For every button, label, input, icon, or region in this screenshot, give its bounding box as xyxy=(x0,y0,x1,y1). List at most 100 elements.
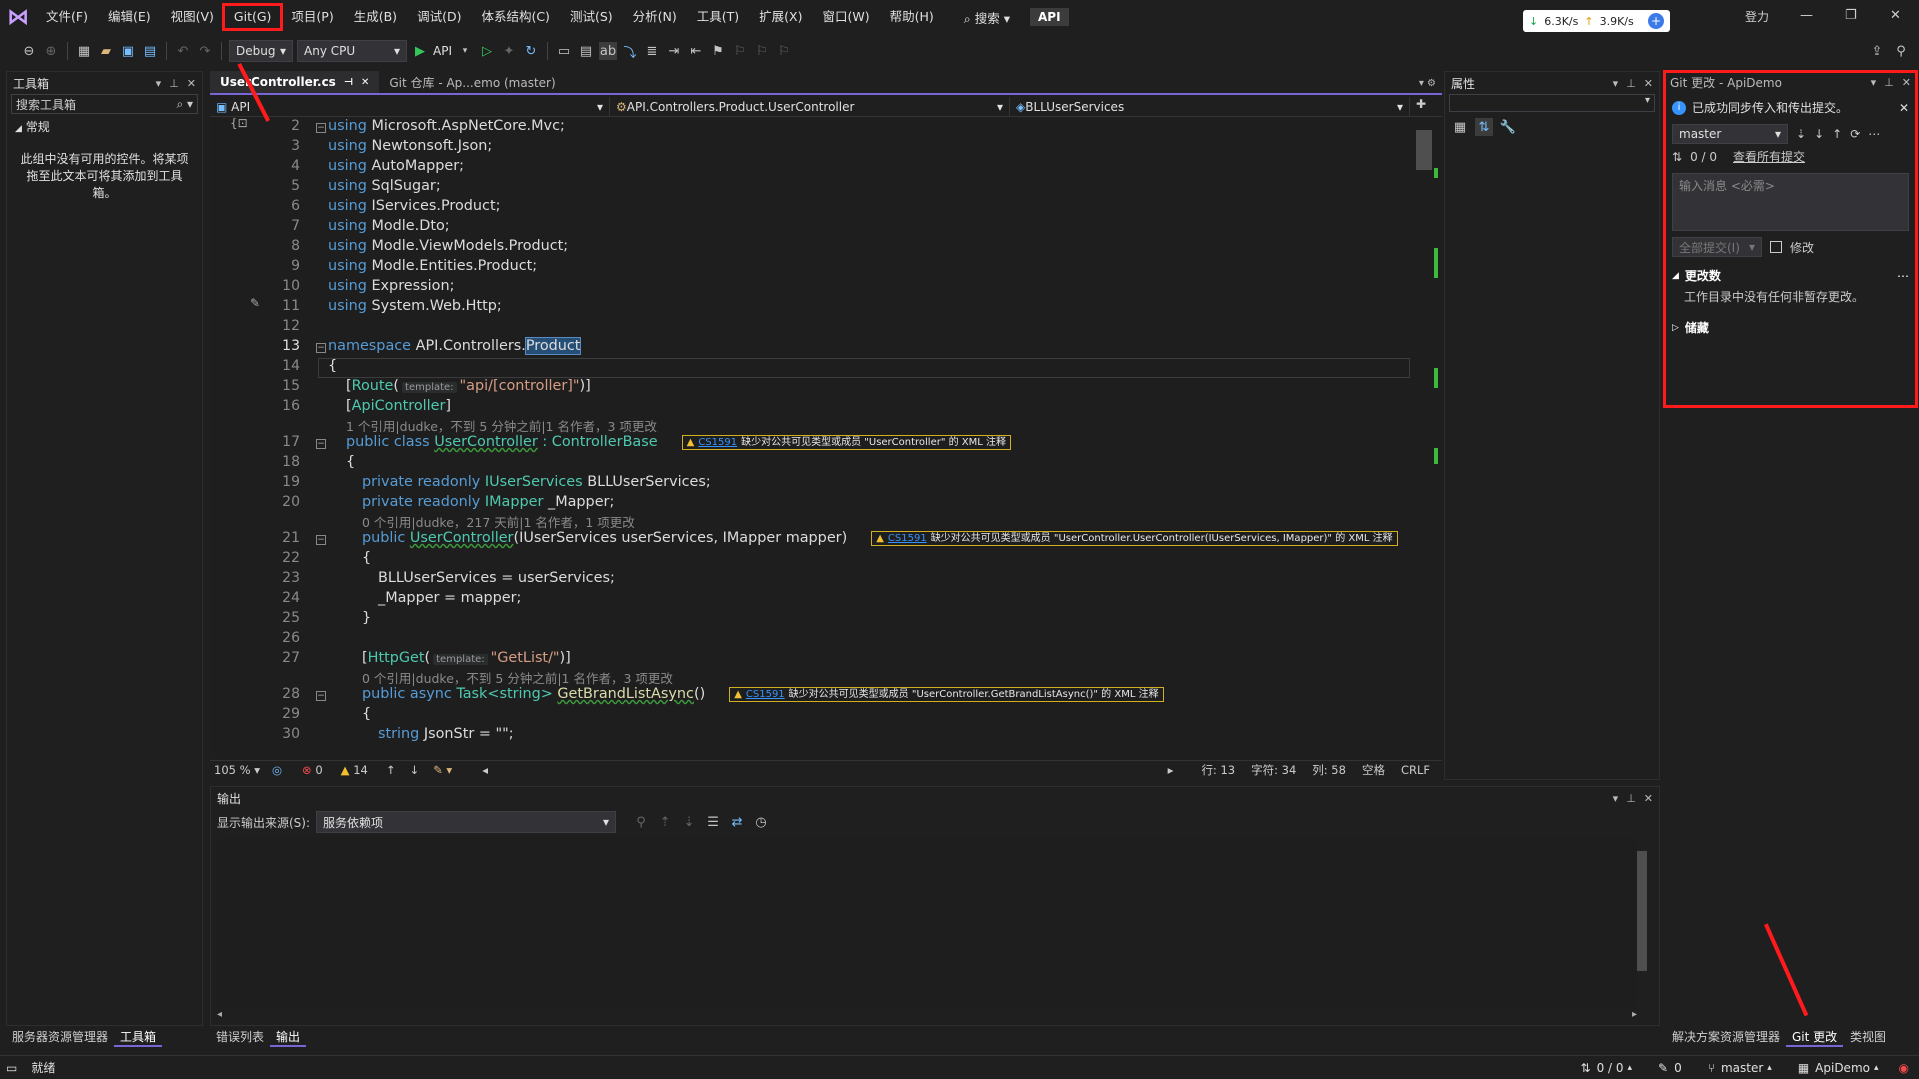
close-icon[interactable]: ✕ xyxy=(1644,77,1653,90)
chevron-up-icon[interactable]: ▴ xyxy=(1767,1063,1772,1073)
minimize-icon[interactable]: — xyxy=(1800,8,1813,23)
tab-git-repository[interactable]: Git 仓库 - Ap...emo (master) xyxy=(379,71,565,93)
tab-output[interactable]: 输出 xyxy=(270,1027,307,1047)
previous-message-icon[interactable]: ⇡ xyxy=(656,813,674,831)
warning-inline-hint[interactable]: ▲ CS1591 缺少对公共可见类型或成员 "UserController.User… xyxy=(871,530,1398,546)
refresh-icon[interactable]: ↻ xyxy=(522,42,540,60)
menu-git[interactable]: Git(G) xyxy=(221,3,284,31)
status-pending-changes[interactable]: 0 xyxy=(1674,1061,1682,1075)
close-icon[interactable]: ✕ xyxy=(1644,792,1653,805)
editor-vertical-scrollbar[interactable] xyxy=(1412,118,1442,758)
menu-tools[interactable]: 工具(T) xyxy=(687,5,749,29)
column-indicator[interactable]: 列: 58 xyxy=(1312,762,1346,778)
layout-icon[interactable]: ▤ xyxy=(577,42,595,60)
menu-view[interactable]: 视图(V) xyxy=(161,5,224,29)
chevron-down-icon[interactable]: ▾ xyxy=(156,77,162,90)
output-vertical-scrollbar[interactable] xyxy=(1637,837,1651,1007)
repository-icon[interactable]: ▦ xyxy=(1798,1061,1809,1075)
pencil-icon[interactable]: ✎ xyxy=(1658,1061,1668,1075)
bookmark-clear-icon[interactable]: ⚐ xyxy=(775,42,793,60)
clear-all-icon[interactable]: ☰ xyxy=(704,813,722,831)
output-horizontal-scrollbar[interactable]: ◂ ▸ xyxy=(217,1009,1637,1025)
close-icon[interactable]: ✕ xyxy=(187,77,196,90)
spell-check-icon[interactable]: ab xyxy=(598,42,617,60)
stash-section-header[interactable]: ▷ 储藏 xyxy=(1664,307,1917,348)
intellicode-icon[interactable]: ◎ xyxy=(272,763,282,777)
forward-icon[interactable]: ⊕ xyxy=(42,42,60,60)
branch-dropdown[interactable]: master ▾ xyxy=(1672,124,1788,144)
categorized-icon[interactable]: ▦ xyxy=(1451,118,1469,136)
indent-icon[interactable]: ⇥ xyxy=(665,42,683,60)
close-icon[interactable]: ✕ xyxy=(1902,76,1911,89)
menu-extensions[interactable]: 扩展(X) xyxy=(749,5,812,29)
step-icon[interactable]: ⤵ xyxy=(621,42,639,61)
menu-test[interactable]: 测试(S) xyxy=(560,5,623,29)
tab-class-view[interactable]: 类视图 xyxy=(1844,1027,1892,1047)
more-options-icon[interactable]: ⋯ xyxy=(1868,127,1880,141)
sync-icon[interactable]: ⟳ xyxy=(1850,127,1860,141)
output-source-dropdown[interactable]: 服务依赖项 ▾ xyxy=(316,811,617,833)
fold-minus-icon[interactable]: − xyxy=(316,439,326,449)
codelens-line[interactable]: 0 个引用|dudke，不到 5 分钟之前|1 名作者，3 项更改 xyxy=(210,668,1410,686)
new-project-icon[interactable]: ▦ xyxy=(75,42,93,60)
warning-count[interactable]: 14 xyxy=(353,763,368,777)
start-without-debug-icon[interactable]: ▷ xyxy=(478,42,496,60)
tab-solution-explorer[interactable]: 解决方案资源管理器 xyxy=(1666,1027,1786,1047)
fold-minus-icon[interactable]: − xyxy=(316,535,326,545)
redo-icon[interactable]: ↷ xyxy=(196,42,214,60)
platform-dropdown[interactable]: Any CPU ▾ xyxy=(297,40,407,62)
tab-server-explorer[interactable]: 服务器资源管理器 xyxy=(6,1027,114,1047)
fire-icon[interactable]: ✦ xyxy=(500,42,518,60)
next-message-icon[interactable]: ⇣ xyxy=(680,813,698,831)
pin-icon[interactable]: ⊥ xyxy=(1884,76,1894,89)
word-wrap-icon[interactable]: ⇄ xyxy=(728,813,746,831)
bookmark-icon[interactable]: ⚑ xyxy=(709,42,727,60)
split-add-icon[interactable]: ✚ xyxy=(1410,97,1432,116)
sync-arrows-icon[interactable]: ⇅ xyxy=(1581,1061,1591,1075)
scroll-left-icon[interactable]: ◂ xyxy=(217,1009,222,1025)
next-issue-icon[interactable]: ↓ xyxy=(409,763,419,777)
bookmark-prev-icon[interactable]: ⚐ xyxy=(731,42,749,60)
notification-bell-icon[interactable]: ◉ xyxy=(1899,1061,1909,1075)
pin-icon[interactable]: ⊣ xyxy=(344,77,353,88)
amend-checkbox[interactable] xyxy=(1770,241,1782,253)
warning-code-link[interactable]: CS1591 xyxy=(698,437,737,448)
bookmark-next-icon[interactable]: ⚐ xyxy=(753,42,771,60)
commit-message-input[interactable]: 输入消息 <必需> xyxy=(1672,173,1909,231)
menu-window[interactable]: 窗口(W) xyxy=(812,5,879,29)
pull-icon[interactable]: ↓ xyxy=(1814,127,1824,141)
status-sync-count[interactable]: 0 / 0 xyxy=(1597,1061,1624,1075)
chevron-down-icon[interactable]: ▾ xyxy=(1613,792,1619,805)
tab-overflow-icon[interactable]: ▾ ⚙ xyxy=(1413,74,1442,93)
browser-icon[interactable]: ▭ xyxy=(555,42,573,60)
save-icon[interactable]: ▣ xyxy=(119,42,137,60)
chevron-down-icon[interactable]: ▾ xyxy=(456,42,474,60)
account-name[interactable]: 登力 xyxy=(1745,8,1769,25)
menu-file[interactable]: 文件(F) xyxy=(36,5,98,29)
save-all-icon[interactable]: ▤ xyxy=(141,42,159,60)
alphabetical-icon[interactable]: ⇅ xyxy=(1475,118,1493,136)
plus-icon[interactable]: + xyxy=(1648,13,1664,29)
codelens-text[interactable]: 0 个引用|dudke，217 天前|1 名作者，1 项更改 xyxy=(362,512,635,531)
warning-code-link[interactable]: CS1591 xyxy=(746,689,785,700)
warning-icon[interactable]: ▲ xyxy=(341,763,350,777)
close-icon[interactable]: ✕ xyxy=(1890,8,1901,23)
find-message-icon[interactable]: ⚲ xyxy=(632,813,650,831)
fold-minus-icon[interactable]: − xyxy=(316,343,326,353)
menu-project[interactable]: 项目(P) xyxy=(281,5,343,29)
warning-inline-hint[interactable]: ▲ CS1591 缺少对公共可见类型或成员 "UserController.GetB… xyxy=(729,686,1164,702)
type-dropdown[interactable]: ⚙API.Controllers.Product.UserController ▾ xyxy=(610,97,1010,117)
back-icon[interactable]: ⊖ xyxy=(20,42,38,60)
code-cleanup-icon[interactable]: ✎ ▾ xyxy=(433,763,452,777)
status-branch[interactable]: master xyxy=(1721,1061,1763,1075)
fetch-icon[interactable]: ⇣ xyxy=(1796,127,1806,141)
configuration-dropdown[interactable]: Debug ▾ xyxy=(229,40,293,62)
restore-icon[interactable]: ❐ xyxy=(1845,8,1857,23)
scroll-left-icon[interactable]: ◂ xyxy=(482,763,488,777)
search-button[interactable]: ⌕ 搜索 ▾ xyxy=(964,8,1010,27)
whitespace-indicator[interactable]: 空格 xyxy=(1362,762,1385,778)
menu-analyze[interactable]: 分析(N) xyxy=(623,5,687,29)
undo-icon[interactable]: ↶ xyxy=(174,42,192,60)
tab-toolbox[interactable]: 工具箱 xyxy=(114,1027,163,1047)
codelens-text[interactable]: 1 个引用|dudke，不到 5 分钟之前|1 名作者，3 项更改 xyxy=(346,416,657,435)
